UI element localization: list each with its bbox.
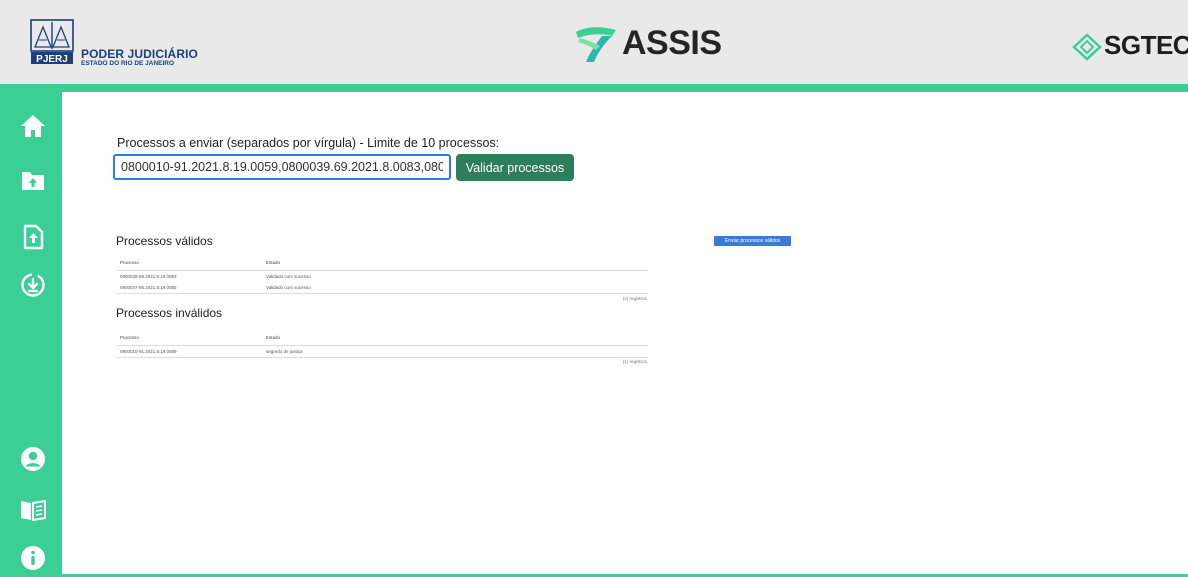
processes-input-label: Processos a enviar (separados por vírgul…: [117, 136, 500, 150]
valid-processes-title: Processos válidos: [116, 234, 213, 248]
app-name: ASSIS: [622, 24, 722, 62]
valid-header-divider: [116, 270, 648, 271]
send-valid-processes-button[interactable]: Enviar processos válidos: [714, 236, 791, 246]
processes-input[interactable]: [113, 154, 451, 180]
file-upload-icon[interactable]: [20, 224, 46, 250]
app-header: PJERJ PODER JUDICIÁRIO ESTADO DO RIO DE …: [0, 0, 1188, 84]
invalid-footer-divider: [116, 357, 648, 358]
invalid-record-count: (1) registros.: [622, 359, 648, 364]
invalid-col-estado[interactable]: Estado: [266, 335, 280, 340]
org-subtitle: ESTADO DO RIO DE JANEIRO: [81, 60, 175, 67]
valid-col-estado[interactable]: Estado: [266, 260, 280, 265]
table-row-processo: 0800010-91.2021.8.19.0059: [120, 349, 177, 354]
info-icon[interactable]: [20, 545, 46, 571]
home-icon[interactable]: [20, 113, 46, 139]
invalid-col-processo[interactable]: Processo: [120, 335, 139, 340]
folder-upload-icon[interactable]: [20, 167, 46, 193]
svg-text:PJERJ: PJERJ: [36, 54, 68, 65]
table-row-processo: 0800039-69.2021.8.19.0083: [120, 274, 177, 279]
download-circle-icon[interactable]: [20, 272, 46, 298]
partner-name: SGTEC: [1104, 30, 1188, 60]
assis-logo-icon: [576, 27, 616, 62]
table-row-estado: Validado com sucesso: [266, 274, 311, 279]
user-circle-icon[interactable]: [20, 446, 46, 472]
org-name: PODER JUDICIÁRIO: [81, 47, 198, 61]
header-accent-bar: [0, 84, 1188, 92]
table-row-processo: 0800037-86.2021.8.19.0055: [120, 285, 177, 290]
book-icon[interactable]: [20, 497, 46, 523]
sidebar: [0, 84, 62, 577]
invalid-header-divider: [116, 345, 648, 346]
sgtec-logo-icon: [1072, 33, 1102, 61]
valid-col-processo[interactable]: Processo: [120, 260, 139, 265]
table-row-estado: Validado com sucesso: [266, 285, 311, 290]
valid-record-count: (2) registros.: [622, 296, 648, 301]
validate-processes-button[interactable]: Validar processos: [456, 154, 574, 181]
invalid-processes-title: Processos inválidos: [116, 306, 223, 320]
table-row-estado: segredo de justiça: [266, 349, 303, 354]
pjerj-logo-icon: PJERJ: [30, 19, 74, 65]
valid-footer-divider: [116, 293, 648, 294]
